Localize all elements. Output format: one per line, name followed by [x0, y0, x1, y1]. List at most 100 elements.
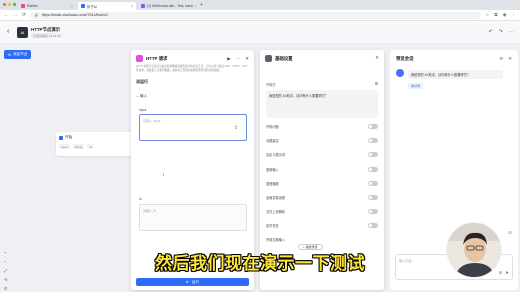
- video-subtitle: 然后我们现在演示一下测试: [155, 254, 365, 273]
- refresh-icon[interactable]: ⟳: [499, 56, 503, 62]
- tab-label: 扣子AI: [87, 4, 97, 9]
- add-node-label: 添加节点: [13, 52, 28, 56]
- option-row: 全局变量设置: [266, 195, 378, 200]
- id-placeholder: 请输入 id: [143, 209, 156, 213]
- option-row: 定时任务: [266, 223, 378, 228]
- http-panel-title: HTTP 请求: [146, 56, 168, 61]
- welcome-text-field[interactable]: 我是您的 AI 助手，请问有什么需要帮忙？: [266, 90, 378, 118]
- input-textarea[interactable]: 请输入 input ⇪: [139, 114, 247, 141]
- tab-favicon-icon: [81, 4, 85, 8]
- new-tab-icon[interactable]: +: [200, 2, 203, 8]
- maximize-window-icon[interactable]: [13, 3, 16, 6]
- tab-label: (1) Webhooks.site - Test, trans: [147, 4, 193, 8]
- history-icon[interactable]: ⊙: [508, 230, 512, 236]
- url-text: https://kmab.xiaohuazu.cn/a/7041/flow/v3: [41, 13, 108, 17]
- more-icon[interactable]: ⋯: [236, 56, 241, 62]
- bot-avatar: [396, 69, 404, 77]
- browser-tab[interactable]: (1) Webhooks.site - Test, trans ×: [138, 2, 196, 10]
- close-icon[interactable]: ✕: [508, 56, 512, 62]
- welcome-label: 开场白: [266, 83, 276, 87]
- option-toggle[interactable]: [368, 223, 378, 228]
- reload-icon[interactable]: ⟳: [22, 12, 26, 18]
- option-label: 问题建议: [266, 139, 279, 143]
- close-tab-icon[interactable]: ×: [131, 4, 133, 8]
- menu-icon[interactable]: ⋮: [512, 12, 517, 18]
- option-row: 语音播报: [266, 181, 378, 186]
- lock-icon: 🔒: [34, 13, 39, 17]
- node-icon: [59, 135, 63, 140]
- option-label: 开场问题: [266, 125, 279, 129]
- upload-icon[interactable]: ⇪: [234, 125, 238, 131]
- option-label: 自定义提示词: [266, 153, 286, 157]
- back-icon[interactable]: ←: [4, 12, 9, 18]
- play-icon[interactable]: ▶: [227, 56, 230, 62]
- window-controls[interactable]: [3, 3, 16, 6]
- settings-icon: [265, 55, 272, 62]
- redo-icon[interactable]: ↷: [499, 29, 503, 35]
- option-toggle[interactable]: [368, 167, 378, 172]
- tab-favicon-icon: [141, 4, 145, 8]
- expand-icon[interactable]: ⊞: [375, 81, 378, 86]
- voice-label: 开场文案输入: [266, 238, 286, 242]
- option-toggle[interactable]: [368, 138, 378, 143]
- app-logo: AI: [17, 27, 28, 38]
- add-node-button[interactable]: ⊕ 添加节点: [4, 50, 32, 59]
- option-toggle[interactable]: [368, 124, 378, 129]
- option-toggle[interactable]: [368, 152, 378, 157]
- more-icon[interactable]: ⋯: [509, 29, 514, 35]
- test-run-title: 试运行: [136, 79, 148, 84]
- input-section-toggle[interactable]: ⌄ 输入: [136, 94, 147, 99]
- app-header: ‹ AI HTTP节点演示 已自动保存 14:22:45 ↶ ↷ ⋯: [0, 21, 520, 44]
- run-button-label: 运行: [191, 279, 200, 284]
- node-field: id: [87, 144, 94, 149]
- option-label: 文件上传解析: [266, 210, 286, 214]
- option-toggle[interactable]: [368, 209, 378, 214]
- run-button[interactable]: ➤ 运行: [136, 278, 249, 286]
- close-window-icon[interactable]: [3, 3, 6, 6]
- option-row: 文件上传解析: [266, 209, 378, 214]
- suggestion-chip[interactable]: 你好呀: [408, 83, 424, 89]
- app-logo-text: AI: [20, 30, 25, 35]
- back-arrow-icon[interactable]: ‹: [7, 28, 9, 35]
- address-bar[interactable]: 🔒 https://kmab.xiaohuazu.cn/a/7041/flow/…: [30, 11, 482, 19]
- input-placeholder: 请输入 input: [143, 119, 161, 123]
- option-toggle[interactable]: [368, 181, 378, 186]
- plus-icon: ⊕: [8, 52, 12, 57]
- minimize-window-icon[interactable]: [8, 3, 11, 6]
- id-field-label: id: [139, 197, 142, 201]
- id-textarea[interactable]: 请输入 id: [139, 204, 247, 231]
- settings-title: 基础设置: [275, 56, 293, 61]
- browser-tab-active[interactable]: 扣子AI ×: [78, 2, 136, 10]
- browser-toolbar: ← → ⟳ 🔒 https://kmab.xiaohuazu.cn/a/7041…: [0, 10, 520, 21]
- http-description: HTTP 请求节点是专为发送各类网络请求而设计的实用工具。它可以用于发送 GET…: [136, 65, 248, 72]
- mouse-cursor-icon: I: [163, 172, 165, 177]
- close-tab-icon[interactable]: ×: [195, 4, 196, 8]
- extensions-icon[interactable]: ⧉: [494, 12, 497, 18]
- undo-icon[interactable]: ↶: [489, 29, 493, 35]
- bookmark-icon[interactable]: ☆: [485, 12, 489, 18]
- reset-icon[interactable]: ⟲: [4, 277, 7, 282]
- option-row: 自定义提示词: [266, 152, 378, 157]
- tab-label: Rabbis: [27, 4, 38, 8]
- close-icon[interactable]: ✕: [375, 55, 379, 61]
- close-tab-icon[interactable]: ×: [71, 4, 73, 8]
- start-node[interactable]: 开始 input String id: [56, 132, 136, 156]
- node-field-type: String: [72, 144, 85, 149]
- option-row: 开场问题: [266, 124, 378, 129]
- input-section-label: 输入: [140, 94, 148, 98]
- bot-message: 我是您的 AI 助手，请问有什么需要帮忙？: [408, 70, 503, 79]
- profile-icon[interactable]: ◉: [503, 12, 507, 18]
- forward-icon[interactable]: →: [13, 12, 18, 18]
- input-field-label: input: [139, 108, 147, 112]
- browser-tab-bar: Rabbis × 扣子AI × (1) Webhooks.site - Test…: [0, 0, 520, 10]
- option-label: 定时任务: [266, 224, 279, 228]
- option-label: 语音输入: [266, 168, 279, 172]
- node-title: 开始: [65, 135, 73, 139]
- option-toggle[interactable]: [368, 195, 378, 200]
- close-icon[interactable]: ✕: [245, 56, 249, 62]
- minimap-icon[interactable]: ⊡: [4, 286, 7, 291]
- option-row: 语音输入: [266, 167, 378, 172]
- node-field: input: [59, 144, 70, 149]
- http-icon: [136, 55, 143, 62]
- browser-tab[interactable]: Rabbis ×: [18, 2, 76, 10]
